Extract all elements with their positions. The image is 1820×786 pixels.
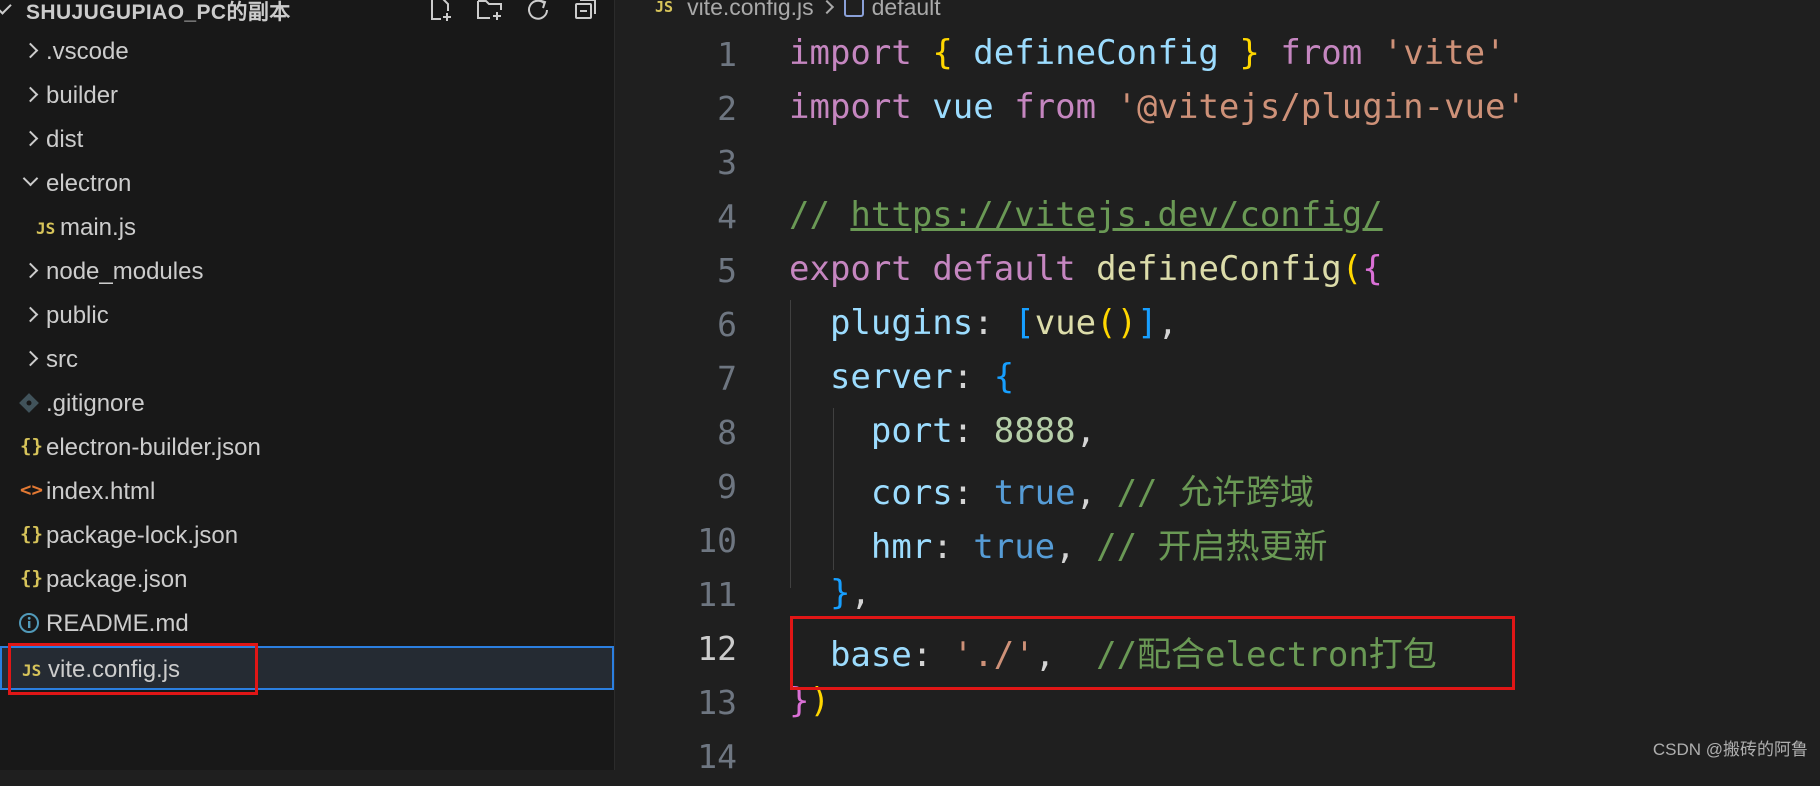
highlight-annotation-box (8, 643, 258, 695)
line-number: 11 (697, 575, 737, 614)
new-file-icon[interactable] (428, 0, 456, 21)
code-text: }, (829, 573, 871, 613)
code-line[interactable]: 9 cors: true, // 允许跨域 (615, 462, 1820, 516)
chevron-right-icon (22, 130, 39, 147)
explorer-header[interactable]: SHUJUGUPIAO_PC的副本 (0, 0, 614, 24)
tree-item-label: README.md (46, 610, 189, 637)
tree-item-package-lock-json[interactable]: {} package-lock.json (0, 514, 614, 558)
code-line[interactable]: 2 import vue from '@vitejs/plugin-vue' (615, 84, 1820, 138)
line-number: 1 (717, 35, 737, 74)
code-text: import vue from '@vitejs/plugin-vue' (789, 87, 1526, 127)
breadcrumb-symbol[interactable]: default (872, 0, 941, 20)
tree-item-dist[interactable]: dist (0, 118, 614, 162)
code-line[interactable]: 14 (615, 732, 1820, 786)
tree-item-label: package.json (46, 566, 188, 593)
code-text: import { defineConfig } from 'vite' (789, 33, 1506, 73)
symbol-module-icon (843, 0, 864, 17)
line-number: 10 (697, 521, 737, 560)
breadcrumb: JS vite.config.js default (655, 0, 941, 24)
tree-item-label: dist (46, 126, 84, 153)
tree-item-label: .vscode (46, 38, 129, 65)
code-editor[interactable]: JS vite.config.js default 1 import { define… (615, 0, 1820, 776)
code-line[interactable]: 7 server: { (615, 354, 1820, 408)
tree-item-label: builder (46, 82, 119, 109)
code-line[interactable]: 10 hmr: true, // 开启热更新 (615, 516, 1820, 570)
line-number: 14 (697, 737, 737, 776)
code-line[interactable]: 5 export default defineConfig({ (615, 246, 1820, 300)
line-number: 7 (717, 359, 737, 398)
tree-item-electron-builder-json[interactable]: {} electron-builder.json (0, 426, 614, 470)
code-line[interactable]: 3 (615, 138, 1820, 192)
tree-item-label: .gitignore (46, 390, 145, 417)
watermark: CSDN @搬砖的阿鲁 (1652, 740, 1808, 759)
line-number: 13 (697, 683, 737, 722)
tree-item-public[interactable]: public (0, 294, 614, 338)
code-text: plugins: [vue()], (829, 303, 1179, 343)
tree-item-index-html[interactable]: <> index.html (0, 470, 614, 514)
tree-item-src[interactable]: src (0, 338, 614, 382)
line-number: 3 (717, 143, 737, 182)
tree-item-label: src (46, 346, 78, 373)
chevron-down-icon[interactable] (0, 0, 12, 15)
explorer-sidebar: SHUJUGUPIAO_PC的副本 .vscode builder dist elec… (0, 0, 615, 770)
new-folder-icon[interactable] (476, 0, 504, 21)
json-file-icon: {} (20, 523, 43, 545)
json-file-icon: {} (20, 567, 43, 589)
tree-item-label: electron (46, 170, 132, 197)
chevron-down-icon (22, 170, 39, 187)
code-text: export default defineConfig({ (789, 249, 1383, 289)
code-line[interactable]: 6 plugins: [vue()], (615, 300, 1820, 354)
tree-item-package-json[interactable]: {} package.json (0, 558, 614, 602)
collapse-all-icon[interactable] (572, 0, 600, 21)
tree-item-electron[interactable]: electron (0, 162, 614, 206)
tree-item-label: index.html (46, 478, 156, 505)
tree-item-node-modules[interactable]: node_modules (0, 250, 614, 294)
tree-item-gitignore[interactable]: .gitignore (0, 382, 614, 426)
explorer-title: SHUJUGUPIAO_PC的副本 (26, 1, 291, 24)
code-text: port: 8888, (870, 411, 1097, 451)
tree-item-label: node_modules (46, 258, 204, 285)
html-file-icon: <> (20, 479, 43, 501)
tree-item-readme-md[interactable]: README.md (0, 602, 614, 646)
line-number: 2 (717, 89, 737, 128)
chevron-right-icon (22, 42, 39, 59)
git-file-icon (18, 392, 40, 421)
line-number: 6 (717, 305, 737, 344)
json-file-icon: {} (20, 435, 43, 457)
line-number: 5 (717, 251, 737, 290)
chevron-right-icon (22, 306, 39, 323)
code-line[interactable]: 4 // https://vitejs.dev/config/ (615, 192, 1820, 246)
breadcrumb-file[interactable]: vite.config.js (687, 0, 814, 20)
code-text: // https://vitejs.dev/config/ (789, 195, 1383, 235)
tree-item-label: main.js (60, 214, 137, 241)
highlight-annotation-box (790, 616, 1515, 690)
js-file-icon: JS (655, 0, 674, 16)
code-text: hmr: true, // 开启热更新 (870, 527, 1328, 567)
tree-item-label: public (46, 302, 109, 329)
js-file-icon: JS (36, 219, 56, 238)
line-number: 8 (717, 413, 737, 452)
code-text: server: { (829, 357, 1015, 397)
line-number: 9 (717, 467, 737, 506)
chevron-right-icon (819, 0, 834, 15)
line-number: 4 (717, 197, 737, 236)
code-line[interactable]: 8 port: 8888, (615, 408, 1820, 462)
tree-item-main-js[interactable]: JS main.js (0, 206, 614, 250)
line-number: 12 (697, 629, 737, 668)
code-text: cors: true, // 允许跨域 (870, 473, 1314, 513)
tree-item-label: electron-builder.json (46, 434, 261, 461)
chevron-right-icon (22, 350, 39, 367)
tree-item-vscode[interactable]: .vscode (0, 30, 614, 74)
chevron-right-icon (22, 262, 39, 279)
refresh-icon[interactable] (524, 0, 552, 21)
tree-item-builder[interactable]: builder (0, 74, 614, 118)
chevron-right-icon (22, 86, 39, 103)
code-line[interactable]: 1 import { defineConfig } from 'vite' (615, 30, 1820, 84)
indent-guide (833, 408, 834, 570)
tree-item-label: package-lock.json (46, 522, 239, 549)
info-file-icon (18, 612, 40, 641)
indent-guide (790, 300, 791, 588)
